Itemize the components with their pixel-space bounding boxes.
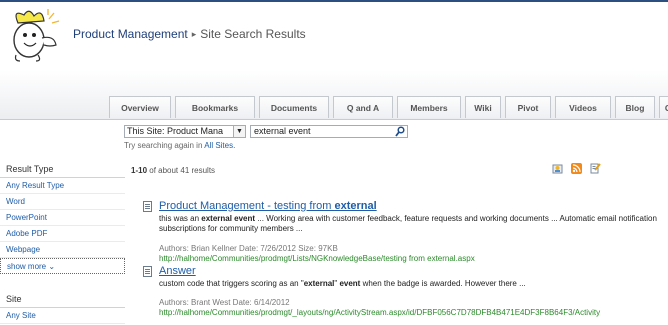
all-sites-link[interactable]: All Sites.: [204, 141, 235, 150]
results-toolbar: [552, 163, 601, 174]
result-type-item-webpage[interactable]: Webpage: [0, 242, 125, 258]
tab-videos[interactable]: Videos: [555, 96, 611, 118]
tab-overview[interactable]: Overview: [109, 96, 171, 118]
breadcrumb-site-link[interactable]: Product Management: [73, 27, 188, 41]
result-title-link[interactable]: Product Management - testing from extern…: [159, 200, 377, 212]
summary-highlight: event: [339, 279, 361, 288]
tab-label: Bookmarks: [191, 102, 239, 113]
tab-documents[interactable]: Documents: [259, 96, 329, 118]
search-settings-icon[interactable]: [590, 163, 601, 174]
result-metadata: Authors: Brant West Date: 6/14/2012: [159, 298, 290, 307]
chevron-down-icon[interactable]: ▼: [233, 125, 245, 137]
tab-label: Members: [410, 102, 448, 113]
site-heading: Site: [0, 290, 125, 308]
tab-label: Overview: [121, 102, 159, 113]
search-alert-icon[interactable]: [552, 163, 563, 174]
site-logo-icon[interactable]: [4, 5, 64, 65]
result-url: http://halhome/Communities/prodmgt/Lists…: [159, 254, 475, 263]
result-type-list: Any Result Type Word PowerPoint Adobe PDF We…: [0, 178, 125, 258]
tab-label: Pivot: [517, 102, 539, 113]
summary-text: when the badge is awarded. However there…: [360, 279, 526, 288]
document-icon: [143, 266, 152, 277]
tab-pivot[interactable]: Pivot: [505, 96, 551, 118]
result-metadata: Authors: Brian Kellner Date: 7/26/2012 S…: [159, 244, 338, 253]
tab-q-and-a[interactable]: Q and A: [333, 96, 393, 118]
community-tabs: Overview Bookmarks Documents Q and A Members…: [109, 96, 668, 118]
result-title-highlight: external: [334, 200, 377, 212]
results-range: 1-10: [131, 166, 148, 175]
search-input-value: external event: [254, 126, 311, 136]
breadcrumb-separator-icon: ▸: [191, 29, 197, 39]
tab-label: Videos: [569, 102, 597, 113]
summary-text: custom code that triggers scoring as an …: [159, 279, 304, 288]
result-title-text: Product Management - testing from: [159, 200, 335, 212]
tab-campa[interactable]: Campa: [659, 96, 668, 118]
page-root: Product Management ▸ Site Search Results O…: [0, 0, 668, 325]
result-summary: this was an external event ... Working a…: [159, 214, 664, 233]
tab-blog[interactable]: Blog: [615, 96, 655, 118]
tab-members[interactable]: Members: [397, 96, 461, 118]
search-icon[interactable]: [395, 125, 405, 137]
scope-select[interactable]: This Site: Product Mana ▼: [124, 124, 246, 138]
results-total: of about 41 results: [147, 166, 216, 175]
site-list: Any Site: [0, 308, 125, 324]
result-title-text: Answer: [159, 265, 196, 277]
result-type-item-any-result-type[interactable]: Any Result Type: [0, 178, 125, 194]
scope-select-value: This Site: Product Mana: [127, 126, 224, 136]
tab-wiki[interactable]: Wiki: [465, 96, 501, 118]
site-item-any-site[interactable]: Any Site: [0, 308, 125, 324]
search-result: Product Management - testing from extern…: [143, 200, 668, 263]
tab-label: Wiki: [474, 102, 492, 113]
result-type-item-adobe-pdf[interactable]: Adobe PDF: [0, 226, 125, 242]
document-icon: [143, 201, 152, 212]
result-type-heading: Result Type: [0, 160, 125, 178]
tab-bookmarks[interactable]: Bookmarks: [175, 96, 255, 118]
rss-feed-icon[interactable]: [571, 163, 582, 174]
search-row: This Site: Product Mana ▼ external event: [124, 124, 408, 138]
summary-highlight: external: [303, 279, 335, 288]
result-summary: custom code that triggers scoring as an …: [159, 279, 664, 289]
site-header: Product Management ▸ Site Search Results: [0, 2, 668, 70]
results-count: 1-10 of about 41 results: [131, 166, 215, 175]
result-title-link[interactable]: Answer: [159, 265, 196, 277]
tab-label: Q and A: [346, 102, 380, 113]
search-result: Answer custom code that triggers scoring …: [143, 265, 668, 325]
show-more-link[interactable]: show more ⌄: [0, 258, 125, 274]
result-type-item-word[interactable]: Word: [0, 194, 125, 210]
result-url: http://halhome/Communities/prodmgt/_layo…: [159, 308, 601, 317]
refinement-panel: Result Type Any Result Type Word PowerPoin…: [0, 160, 125, 324]
search-input[interactable]: external event: [250, 124, 408, 138]
try-again-hint: Try searching again in All Sites.: [124, 141, 235, 150]
page-title: Site Search Results: [200, 27, 306, 41]
summary-text: this was an: [159, 214, 202, 223]
tab-label: Documents: [270, 102, 318, 113]
result-type-item-powerpoint[interactable]: PowerPoint: [0, 210, 125, 226]
summary-highlight: external event: [201, 214, 256, 223]
breadcrumb: Product Management ▸ Site Search Results: [73, 27, 306, 41]
tab-label: Blog: [625, 102, 645, 113]
try-again-text: Try searching again in: [124, 141, 203, 150]
